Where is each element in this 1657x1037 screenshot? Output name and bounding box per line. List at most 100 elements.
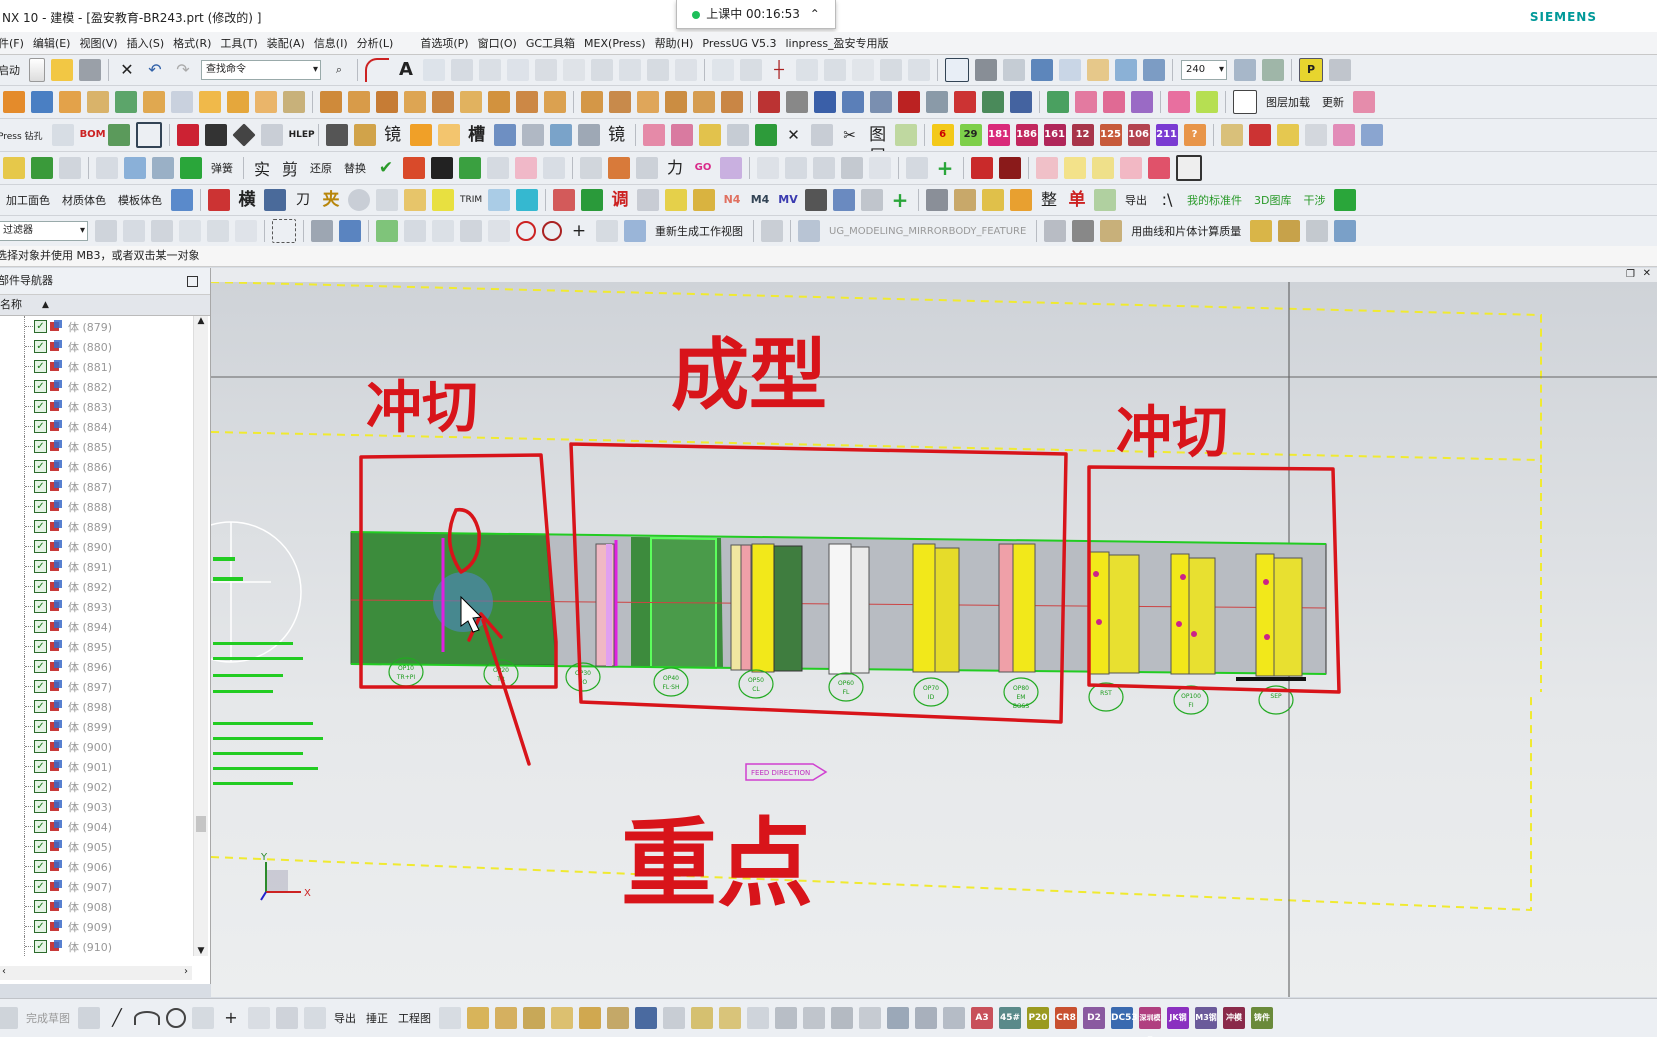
block-12-icon[interactable] — [637, 91, 659, 113]
tool-blue-1-icon[interactable] — [814, 91, 836, 113]
export-label[interactable]: 导出 — [1125, 192, 1147, 208]
feature-sheet-icon[interactable] — [171, 91, 193, 113]
block-2-icon[interactable] — [348, 91, 370, 113]
light-icon[interactable] — [636, 157, 659, 179]
part-add-4-icon[interactable] — [551, 1007, 573, 1029]
restore-window-icon[interactable]: ❐ — [1626, 269, 1635, 280]
plus-icon[interactable]: ┼ — [768, 59, 790, 81]
tool-circle-icon[interactable] — [348, 189, 370, 211]
menu-view[interactable]: 视图(V) — [79, 35, 126, 51]
mass-calc-label[interactable]: 用曲线和片体计算质量 — [1131, 223, 1241, 239]
visibility-checkbox[interactable]: ✓ — [34, 480, 47, 493]
navigator-row[interactable]: ✓ 体 (889) — [0, 516, 192, 536]
snap-grey-icon[interactable] — [207, 220, 229, 242]
visibility-checkbox[interactable]: ✓ — [34, 360, 47, 373]
tool-plate-icon[interactable] — [488, 189, 510, 211]
snap-line-icon[interactable] — [404, 220, 426, 242]
formula-icon[interactable] — [96, 157, 118, 179]
sm-icon[interactable] — [1220, 124, 1243, 146]
solid-blue-icon[interactable] — [339, 220, 361, 242]
tool-pink-1-icon[interactable] — [1075, 91, 1097, 113]
feature-box-icon[interactable] — [59, 91, 81, 113]
navigator-row[interactable]: ✓ 体 (881) — [0, 356, 192, 376]
curve-tools-icon[interactable] — [479, 59, 501, 81]
badge-211[interactable]: 211 — [1155, 124, 1178, 146]
navigator-row[interactable]: ✓ 体 (893) — [0, 596, 192, 616]
block-13-icon[interactable] — [665, 91, 687, 113]
move-layer-icon[interactable] — [1262, 59, 1284, 81]
wrench-icon[interactable] — [353, 124, 376, 146]
tool-green-icon[interactable] — [982, 91, 1004, 113]
navigator-row[interactable]: ✓ 体 (906) — [0, 856, 192, 876]
clamp-icon[interactable]: 夹 — [320, 189, 342, 211]
snap-view-icon[interactable] — [1115, 59, 1137, 81]
material-jk-badge[interactable]: JK钢 — [1167, 1007, 1189, 1029]
gear-orange-icon[interactable] — [608, 157, 631, 179]
navigator-scrollbar[interactable]: ▲ ▼ — [193, 316, 208, 956]
menu-preferences[interactable]: 首选项(P) — [420, 35, 477, 51]
snap-mid-icon[interactable] — [432, 220, 454, 242]
point-icon[interactable] — [712, 59, 734, 81]
material-color-label[interactable]: 材质体色 — [62, 192, 106, 208]
circle-draw-icon[interactable] — [166, 1008, 186, 1028]
black-square-icon[interactable] — [431, 157, 454, 179]
tool-stack-icon[interactable] — [926, 91, 948, 113]
visibility-checkbox[interactable]: ✓ — [34, 380, 47, 393]
tag-icon[interactable] — [1306, 220, 1329, 242]
box-yellow-icon[interactable] — [3, 157, 25, 179]
tool-green-2-icon[interactable] — [1047, 91, 1069, 113]
feature-shelf-icon[interactable] — [283, 91, 305, 113]
block-4-icon[interactable] — [404, 91, 426, 113]
tool-red-4-icon[interactable] — [176, 124, 199, 146]
menu-help[interactable]: 帮助(H) — [655, 35, 703, 51]
add-green-icon[interactable]: + — [934, 157, 956, 179]
feature-cube-orange-icon[interactable] — [3, 91, 25, 113]
tool-gear-icon[interactable] — [51, 124, 74, 146]
cylinder-icon[interactable] — [152, 157, 174, 179]
grid-blue-icon[interactable] — [1360, 124, 1383, 146]
spring-pin-icon[interactable] — [637, 189, 659, 211]
material-punch-badge[interactable]: 冲模 — [1223, 1007, 1245, 1029]
navigator-row[interactable]: ✓ 体 (895) — [0, 636, 192, 656]
navigator-row[interactable]: ✓ 体 (900) — [0, 736, 192, 756]
visibility-checkbox[interactable]: ✓ — [34, 640, 47, 653]
badge-29[interactable]: 29 — [959, 124, 982, 146]
check-icon[interactable]: ✔ — [375, 157, 397, 179]
tool-red-1-icon[interactable] — [758, 91, 780, 113]
tool-blue-3-icon[interactable] — [493, 124, 516, 146]
force-icon[interactable]: 力 — [664, 157, 686, 179]
blue-cube-icon[interactable] — [171, 189, 193, 211]
tidy-label-icon[interactable]: 镜 — [382, 124, 404, 146]
block-9-icon[interactable] — [544, 91, 566, 113]
drawing-label[interactable]: 工程图 — [398, 1010, 431, 1026]
text-a-icon[interactable]: A — [395, 59, 417, 81]
doc-icon[interactable] — [439, 1007, 461, 1029]
menu-file[interactable]: 件(F) — [0, 35, 33, 51]
scroll-right-icon[interactable]: › — [184, 966, 188, 977]
tool-text-icon[interactable] — [726, 124, 749, 146]
visibility-checkbox[interactable]: ✓ — [34, 560, 47, 573]
machining-color-label[interactable]: 加工面色 — [6, 192, 50, 208]
part-add-1-icon[interactable] — [467, 1007, 489, 1029]
feature-flange-icon[interactable] — [255, 91, 277, 113]
table-icon[interactable] — [107, 124, 130, 146]
block-6-icon[interactable] — [460, 91, 482, 113]
navigator-row[interactable]: ✓ 体 (884) — [0, 416, 192, 436]
sketch-icon[interactable] — [451, 59, 473, 81]
tool-red-3-icon[interactable] — [954, 91, 976, 113]
adjust-icon[interactable]: 调 — [609, 189, 631, 211]
regenerate-view-label[interactable]: 重新生成工作视图 — [655, 223, 743, 239]
tool-pink-3-icon[interactable] — [1168, 91, 1190, 113]
tool-pink-6-icon[interactable] — [670, 124, 693, 146]
window-icon[interactable] — [1233, 90, 1257, 114]
red-arrow-icon[interactable] — [971, 157, 994, 179]
render-style-icon[interactable] — [975, 59, 997, 81]
red-stop-icon[interactable] — [1148, 157, 1171, 179]
menu-insert[interactable]: 插入(S) — [127, 35, 174, 51]
material-shenzhen-badge[interactable]: 深圳模具 — [1139, 1007, 1161, 1037]
menu-info[interactable]: 信息(I) — [314, 35, 357, 51]
visibility-checkbox[interactable]: ✓ — [34, 780, 47, 793]
chevron-up-icon[interactable]: ⌃ — [810, 7, 820, 21]
visibility-checkbox[interactable]: ✓ — [34, 840, 47, 853]
material-d2-badge[interactable]: D2 — [1083, 1007, 1105, 1029]
